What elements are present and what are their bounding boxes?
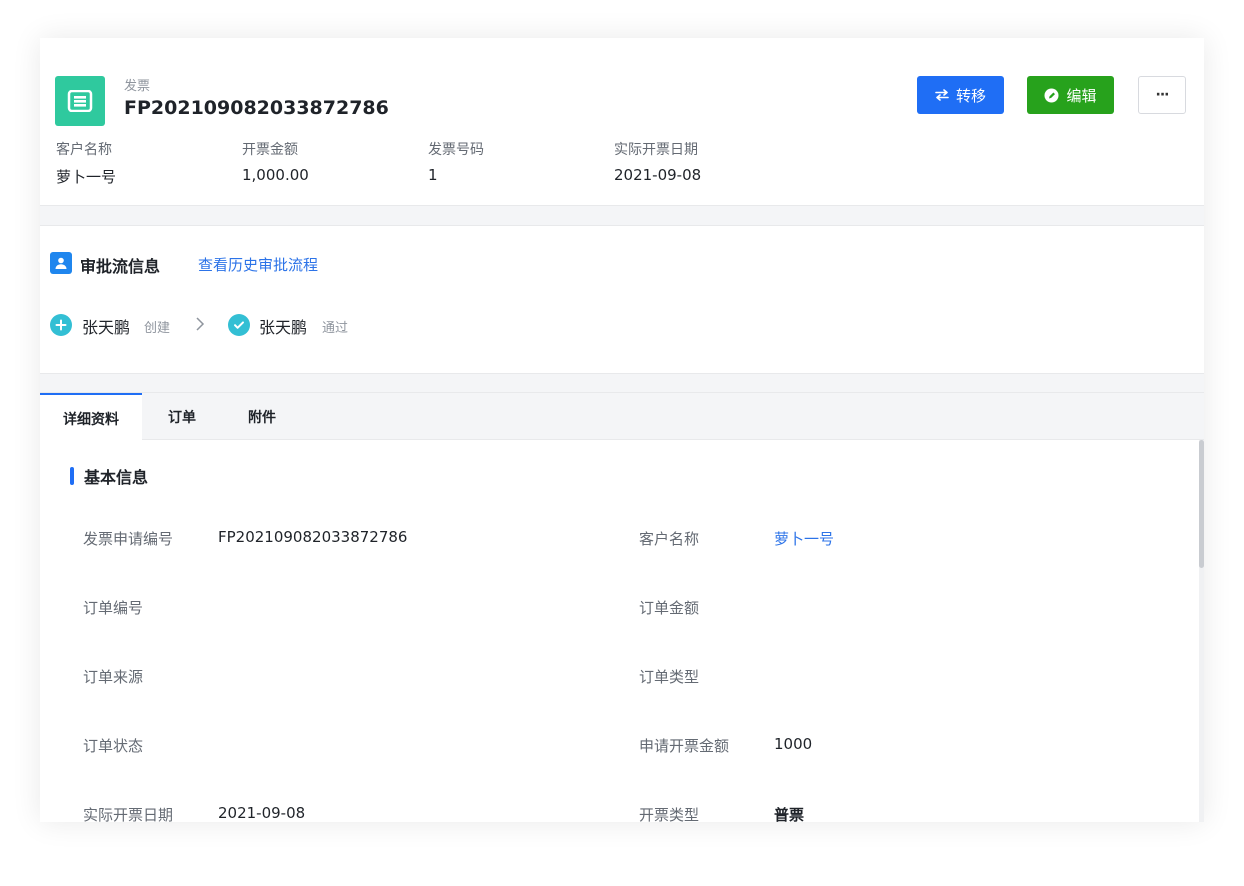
invoice-amount-label: 开票金额 (242, 142, 298, 158)
field-label: 订单状态 (83, 737, 144, 755)
detail-tabs: 详细资料 订单 附件 (40, 392, 1204, 442)
field-label: 订单来源 (83, 668, 144, 686)
tab-attachments[interactable]: 附件 (232, 393, 292, 441)
basic-info-title: 基本信息 (84, 468, 149, 487)
edit-button-label: 编辑 (1066, 86, 1097, 105)
swap-arrows-icon (935, 89, 949, 101)
step-approver-name: 张天鹏 (259, 318, 308, 337)
step-creator-name: 张天鹏 (82, 318, 131, 337)
more-actions-button[interactable]: ··· (1138, 76, 1186, 114)
field-label: 订单类型 (639, 668, 700, 686)
invoice-detail-panel: 发票 FP20210908203387278​6 转移 编辑 ··· 客户名称 … (40, 38, 1204, 822)
actual-invoice-date-label: 实际开票日期 (614, 142, 698, 158)
field-value: 普票 (774, 806, 805, 822)
transfer-button-label: 转移 (955, 86, 986, 105)
actual-invoice-date-value: 2021-09-08 (614, 166, 702, 184)
more-dots-icon: ··· (1155, 87, 1170, 103)
field-label: 开票类型 (639, 806, 700, 822)
approver-badge-icon (50, 252, 72, 274)
tab-details[interactable]: 详细资料 (40, 393, 142, 442)
customer-name-label: 客户名称 (56, 142, 112, 158)
field-value: FP20210908203387278​6 (218, 528, 408, 546)
field-label: 客户名称 (639, 530, 700, 548)
approval-flow-section: 审批流信息 查看历史审批流程 张天鹏 创建 张天鹏 通过 (40, 225, 1204, 374)
section-accent-bar (70, 467, 74, 485)
field-label: 订单金额 (639, 599, 700, 617)
customer-name-link[interactable]: 萝卜一号 (774, 528, 834, 549)
view-approval-history-link[interactable]: 查看历史审批流程 (198, 254, 318, 275)
field-label: 申请开票金额 (639, 737, 730, 755)
edit-button[interactable]: 编辑 (1027, 76, 1114, 114)
chevron-right-icon (195, 316, 205, 336)
pencil-circle-icon (1044, 88, 1059, 103)
scrollbar-thumb[interactable] (1199, 440, 1204, 568)
field-label: 订单编号 (83, 599, 144, 617)
field-label: 发票申请编号 (83, 530, 174, 548)
invoice-document-icon (55, 76, 105, 126)
invoice-header: 发票 FP20210908203387278​6 转移 编辑 ··· 客户名称 … (40, 38, 1204, 206)
record-type-label: 发票 (124, 79, 151, 94)
step-create-action: 创建 (144, 321, 171, 336)
transfer-button[interactable]: 转移 (917, 76, 1004, 114)
details-content: 基本信息 发票申请编号 FP20210908203387278​6 客户名称 萝… (40, 440, 1204, 822)
customer-name-value: 萝卜一号 (56, 168, 117, 186)
invoice-code-label: 发票号码 (428, 142, 484, 158)
field-value: 2021-09-08 (218, 804, 306, 822)
tab-orders[interactable]: 订单 (152, 393, 212, 441)
field-label: 实际开票日期 (83, 806, 174, 822)
field-value: 1000 (774, 735, 813, 753)
invoice-number-title: FP20210908203387278​6 (124, 97, 389, 119)
step-approve-action: 通过 (322, 321, 349, 336)
check-circle-icon (228, 314, 250, 336)
invoice-amount-value: 1,000.00 (242, 166, 309, 184)
invoice-code-value: 1 (428, 166, 438, 184)
plus-circle-icon (50, 314, 72, 336)
approval-flow-title: 审批流信息 (80, 257, 161, 276)
